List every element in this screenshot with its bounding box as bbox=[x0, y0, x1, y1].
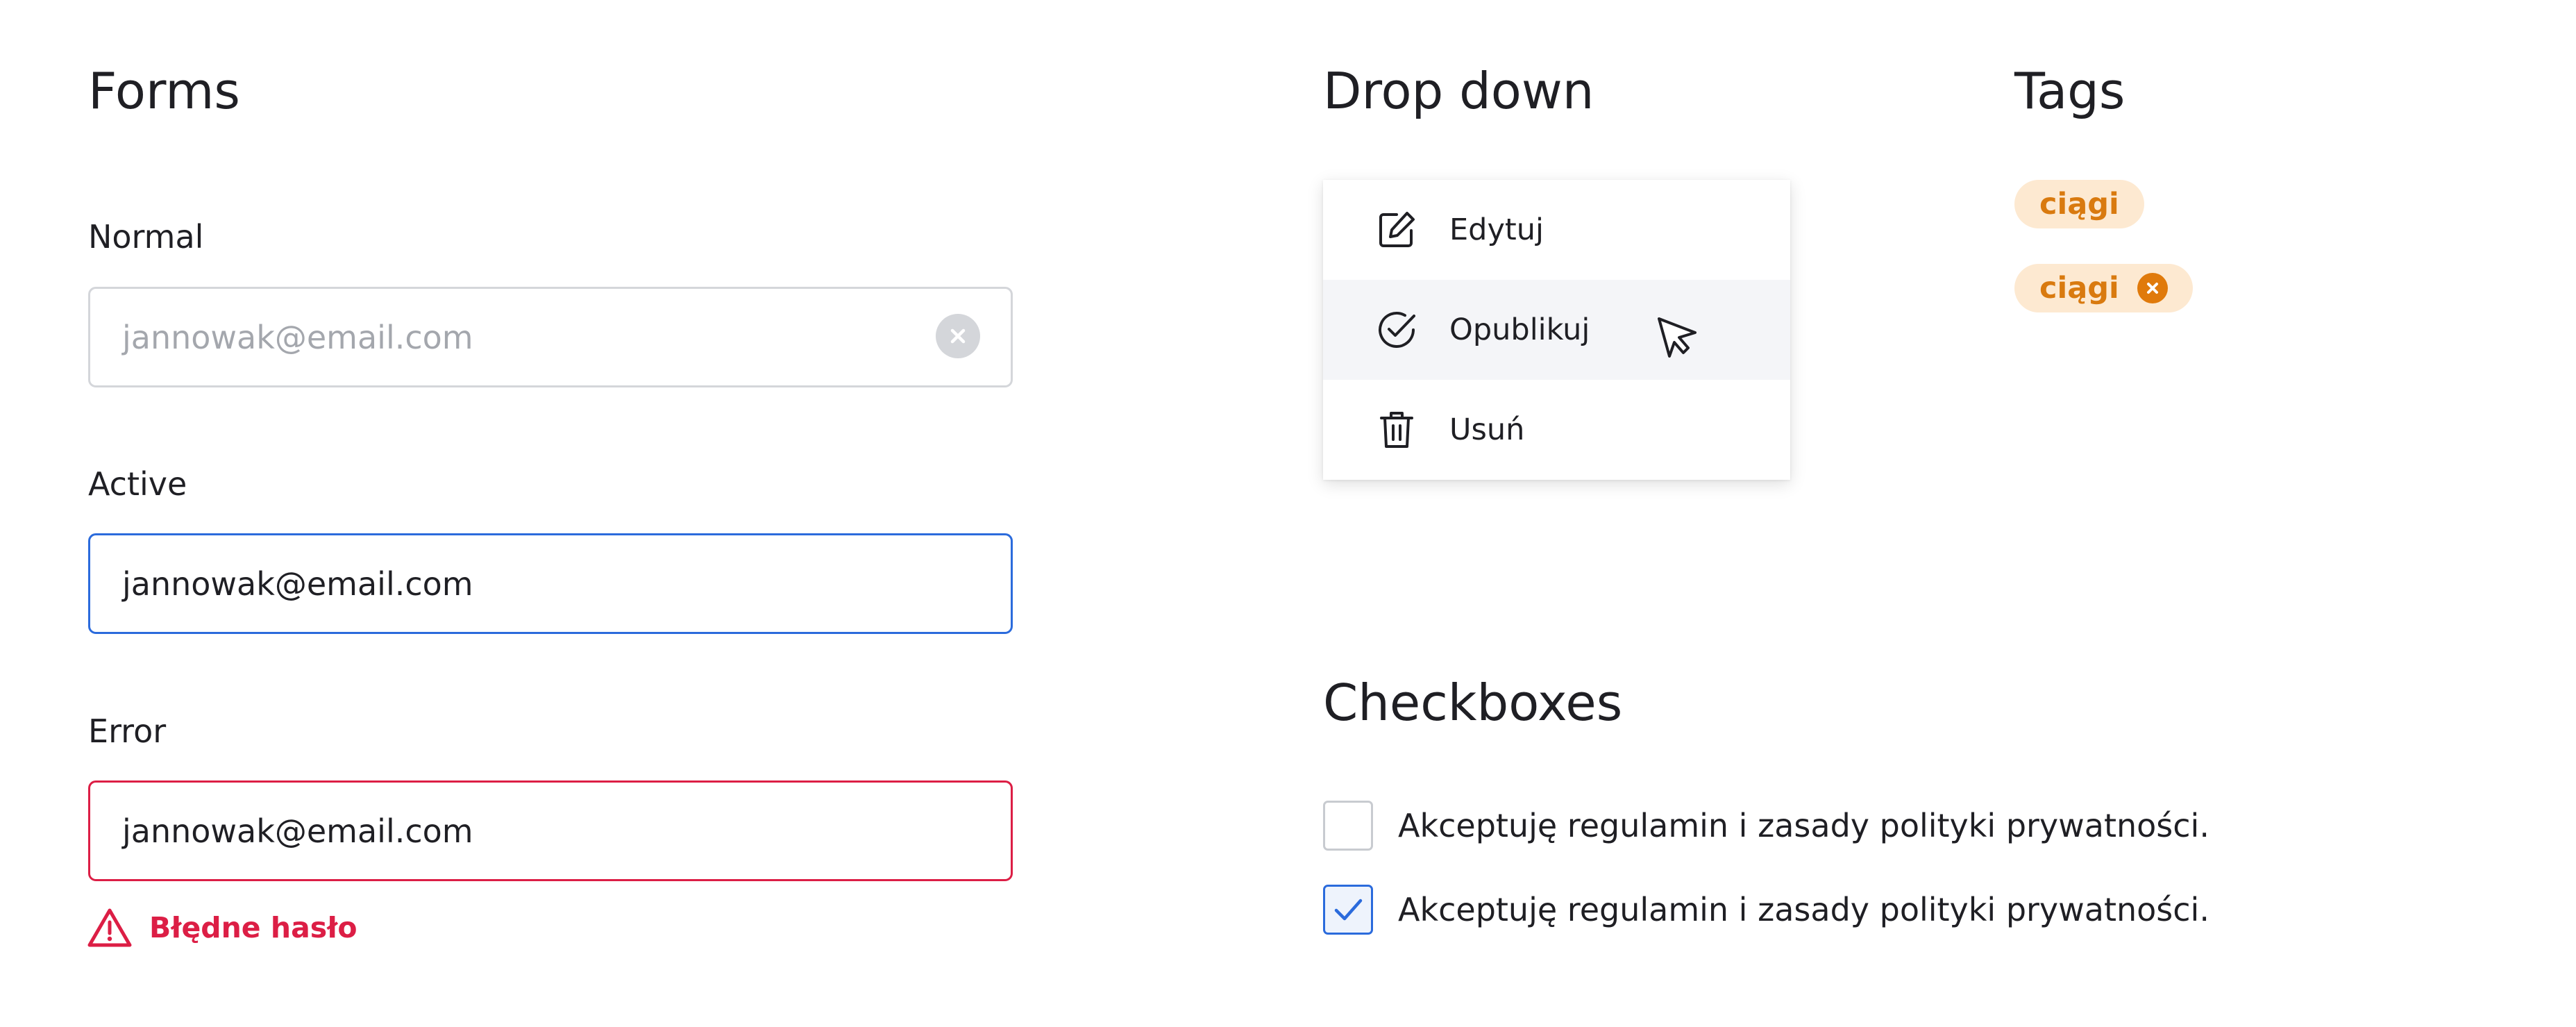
checkbox-label: Akceptuję regulamin i zasady polityki pr… bbox=[1398, 807, 2209, 844]
check-circle-icon bbox=[1374, 308, 1419, 352]
checkbox-row[interactable]: Akceptuję regulamin i zasady polityki pr… bbox=[1323, 801, 2209, 851]
dropdown-menu: Edytuj Opublikuj Usuń bbox=[1323, 180, 1790, 480]
tag-removable[interactable]: ciągi bbox=[2014, 264, 2193, 312]
checkmark-icon bbox=[1334, 899, 1363, 921]
trash-icon bbox=[1374, 408, 1419, 452]
error-message-text: Błędne hasło bbox=[149, 911, 357, 944]
menu-item-publish[interactable]: Opublikuj bbox=[1323, 280, 1790, 380]
normal-label: Normal bbox=[88, 218, 204, 256]
warning-icon bbox=[87, 907, 133, 949]
email-field-normal[interactable]: jannowak@email.com bbox=[88, 287, 1013, 387]
menu-item-delete-label: Usuń bbox=[1449, 412, 1525, 447]
email-field-normal-placeholder: jannowak@email.com bbox=[122, 318, 473, 356]
checkbox-row[interactable]: Akceptuję regulamin i zasady polityki pr… bbox=[1323, 885, 2209, 935]
tags-title: Tags bbox=[2014, 62, 2125, 120]
tag-label: ciągi bbox=[2039, 271, 2119, 306]
active-label: Active bbox=[88, 465, 187, 503]
menu-item-delete[interactable]: Usuń bbox=[1323, 380, 1790, 480]
checkbox-checked[interactable] bbox=[1323, 885, 1373, 935]
forms-title: Forms bbox=[88, 62, 240, 120]
menu-item-publish-label: Opublikuj bbox=[1449, 312, 1590, 347]
edit-icon bbox=[1374, 208, 1419, 252]
checkboxes-title: Checkboxes bbox=[1323, 674, 1623, 732]
cursor-icon bbox=[1656, 316, 1699, 359]
checkbox-unchecked[interactable] bbox=[1323, 801, 1373, 851]
dropdown-title: Drop down bbox=[1323, 62, 1594, 120]
tag[interactable]: ciągi bbox=[2014, 180, 2144, 228]
email-field-error[interactable]: jannowak@email.com bbox=[88, 780, 1013, 881]
clear-icon[interactable] bbox=[936, 314, 980, 358]
menu-item-edit[interactable]: Edytuj bbox=[1323, 180, 1790, 280]
tag-label: ciągi bbox=[2039, 187, 2119, 222]
error-message: Błędne hasło bbox=[87, 907, 357, 949]
email-field-error-value: jannowak@email.com bbox=[122, 812, 473, 850]
email-field-active-value: jannowak@email.com bbox=[122, 565, 473, 603]
error-label: Error bbox=[88, 712, 167, 750]
close-icon[interactable] bbox=[2137, 273, 2168, 303]
menu-item-edit-label: Edytuj bbox=[1449, 212, 1544, 247]
checkbox-label: Akceptuję regulamin i zasady polityki pr… bbox=[1398, 891, 2209, 928]
email-field-active[interactable]: jannowak@email.com bbox=[88, 533, 1013, 634]
